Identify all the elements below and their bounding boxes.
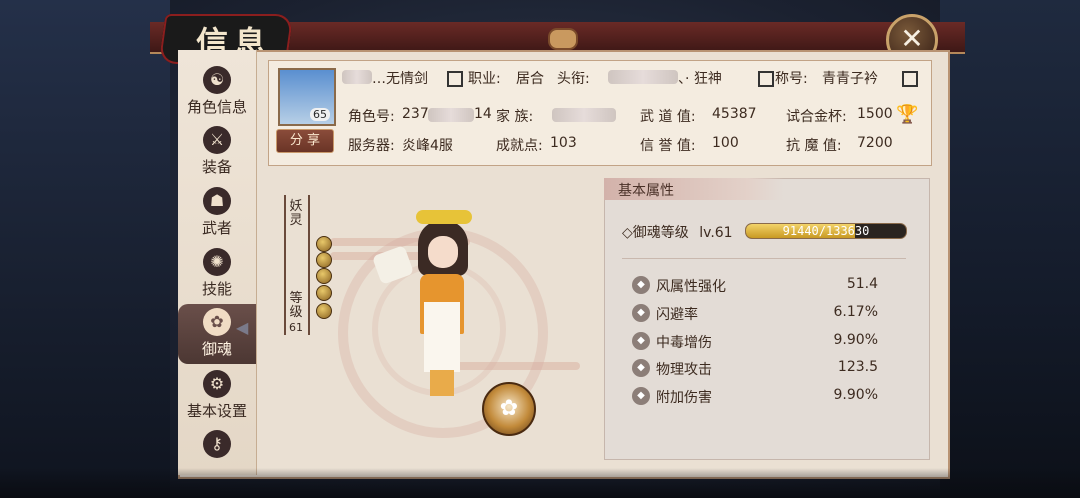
stat-row: ◆ 物理攻击 123.5 — [632, 357, 882, 381]
credit-label: 信 誉 值: — [640, 138, 696, 154]
sidebar: ☯ 角色信息 ⚔ 装备 ☗ 武者 ✺ 技能 ✿ 御魂 ⚙ 基本设置 ⚷ — [178, 50, 257, 475]
attribute-icon: ◆ — [632, 332, 650, 350]
sidebar-item-label: 技能 — [201, 280, 232, 298]
attribute-icon: ◆ — [632, 276, 650, 294]
achievement-value: 103 — [550, 135, 577, 151]
star-icon — [316, 285, 332, 301]
title-suffix: 、· 狂神 — [678, 71, 722, 87]
server-label: 服务器: — [348, 138, 395, 154]
job-value: 居合 — [516, 71, 544, 87]
demon-value: 7200 — [857, 135, 893, 151]
key-icon: ⚷ — [203, 430, 231, 458]
warrior-icon: ☗ — [203, 187, 231, 215]
active-indicator-icon: ◀ — [236, 318, 249, 337]
frame-ornament — [548, 28, 578, 50]
redacted-name — [342, 70, 372, 84]
level-vertical-value: 61 — [289, 321, 303, 334]
stat-label: 附加伤害 — [656, 390, 712, 406]
wudao-value: 45387 — [712, 106, 757, 122]
trophy-icon: 🏆 — [896, 104, 919, 125]
spirit-vertical-label: 妖灵 — [289, 199, 303, 228]
spirit-character-figure — [371, 210, 482, 400]
attribute-icon: ◆ — [632, 359, 650, 377]
yuhun-exp-text: 91440/133630 — [782, 224, 870, 238]
sidebar-item-basic-settings[interactable]: ⚙ 基本设置 — [178, 366, 256, 424]
background-left — [0, 0, 170, 498]
wudao-label: 武 道 值: — [640, 109, 696, 125]
stat-value: 6.17% — [833, 304, 878, 320]
redacted-role-id — [428, 108, 474, 122]
nickname-value: 青青子衿 — [822, 71, 878, 87]
sidebar-item-label: 角色信息 — [186, 98, 247, 116]
yuhun-level-label: ◇御魂等级 — [622, 225, 689, 241]
server-value: 炎峰4服 — [402, 138, 453, 154]
character-icon: ☯ — [203, 66, 231, 94]
stat-label: 风属性强化 — [656, 279, 726, 295]
star-icon — [316, 303, 332, 319]
role-id-label: 角色号: — [348, 109, 395, 125]
sidebar-item-skill[interactable]: ✺ 技能 — [178, 244, 256, 302]
stat-value: 123.5 — [837, 359, 878, 375]
role-id-end: 14 — [474, 106, 492, 122]
spirit-avatar-button[interactable]: ✿ — [482, 382, 536, 436]
stat-label: 物理攻击 — [656, 362, 712, 378]
stat-row: ◆ 附加伤害 9.90% — [632, 385, 882, 409]
stat-value: 9.90% — [833, 387, 878, 403]
attribute-title: 基本属性 — [618, 183, 674, 199]
cup-value: 1500 — [857, 106, 893, 122]
clan-label: 家 族: — [496, 109, 534, 125]
star-icon — [316, 268, 332, 284]
edit-icon[interactable] — [758, 71, 774, 87]
stat-label: 中毒增伤 — [656, 335, 712, 351]
stat-value: 51.4 — [846, 276, 878, 292]
stat-value: 9.90% — [833, 332, 878, 348]
yuhun-level-value: lv.61 — [699, 225, 733, 241]
background-right — [940, 0, 1080, 498]
sidebar-item-more[interactable]: ⚷ — [178, 426, 256, 474]
cup-label: 试合金杯: — [786, 109, 847, 125]
redacted-clan — [552, 108, 616, 122]
swords-icon: ⚔ — [203, 126, 231, 154]
sidebar-item-label: 武者 — [201, 219, 232, 237]
edit-icon[interactable] — [447, 71, 463, 87]
attribute-icon: ◆ — [632, 387, 650, 405]
role-id-start: 237 — [402, 106, 429, 122]
redacted-title — [608, 70, 678, 84]
background-bottom — [0, 468, 1080, 498]
skill-icon: ✺ — [203, 248, 231, 276]
title-label: 头衔: — [557, 71, 590, 87]
sidebar-item-character-info[interactable]: ☯ 角色信息 — [178, 62, 256, 120]
stat-label: 闪避率 — [656, 307, 698, 323]
level-vertical-label: 等级 — [289, 291, 303, 320]
sidebar-item-label: 基本设置 — [186, 402, 247, 420]
gear-icon: ⚙ — [203, 370, 231, 398]
stat-row: ◆ 中毒增伤 9.90% — [632, 330, 882, 354]
star-icon — [316, 252, 332, 268]
sidebar-item-warrior[interactable]: ☗ 武者 — [178, 183, 256, 241]
yuhun-level-row: ◇御魂等级 lv.61 — [622, 222, 733, 242]
star-icon — [316, 236, 332, 252]
yuhun-exp-bar: 91440/133630 — [745, 223, 907, 239]
avatar-level: 65 — [310, 108, 330, 121]
player-name: …无情剑 — [372, 71, 428, 87]
sidebar-item-label: 御魂 — [201, 340, 232, 358]
sidebar-item-equipment[interactable]: ⚔ 装备 — [178, 122, 256, 180]
demon-label: 抗 魔 值: — [786, 138, 842, 154]
achievement-label: 成就点: — [496, 138, 543, 154]
attribute-icon: ◆ — [632, 304, 650, 322]
share-button[interactable]: 分 享 — [276, 129, 334, 153]
credit-value: 100 — [712, 135, 739, 151]
stat-row: ◆ 风属性强化 51.4 — [632, 274, 882, 298]
nickname-label: 称号: — [775, 71, 808, 87]
stat-row: ◆ 闪避率 6.17% — [632, 302, 882, 326]
edit-icon[interactable] — [902, 71, 918, 87]
divider — [622, 258, 906, 259]
sidebar-item-label: 装备 — [201, 158, 232, 176]
spirit-icon: ✿ — [203, 308, 231, 336]
job-label: 职业: — [468, 71, 501, 87]
